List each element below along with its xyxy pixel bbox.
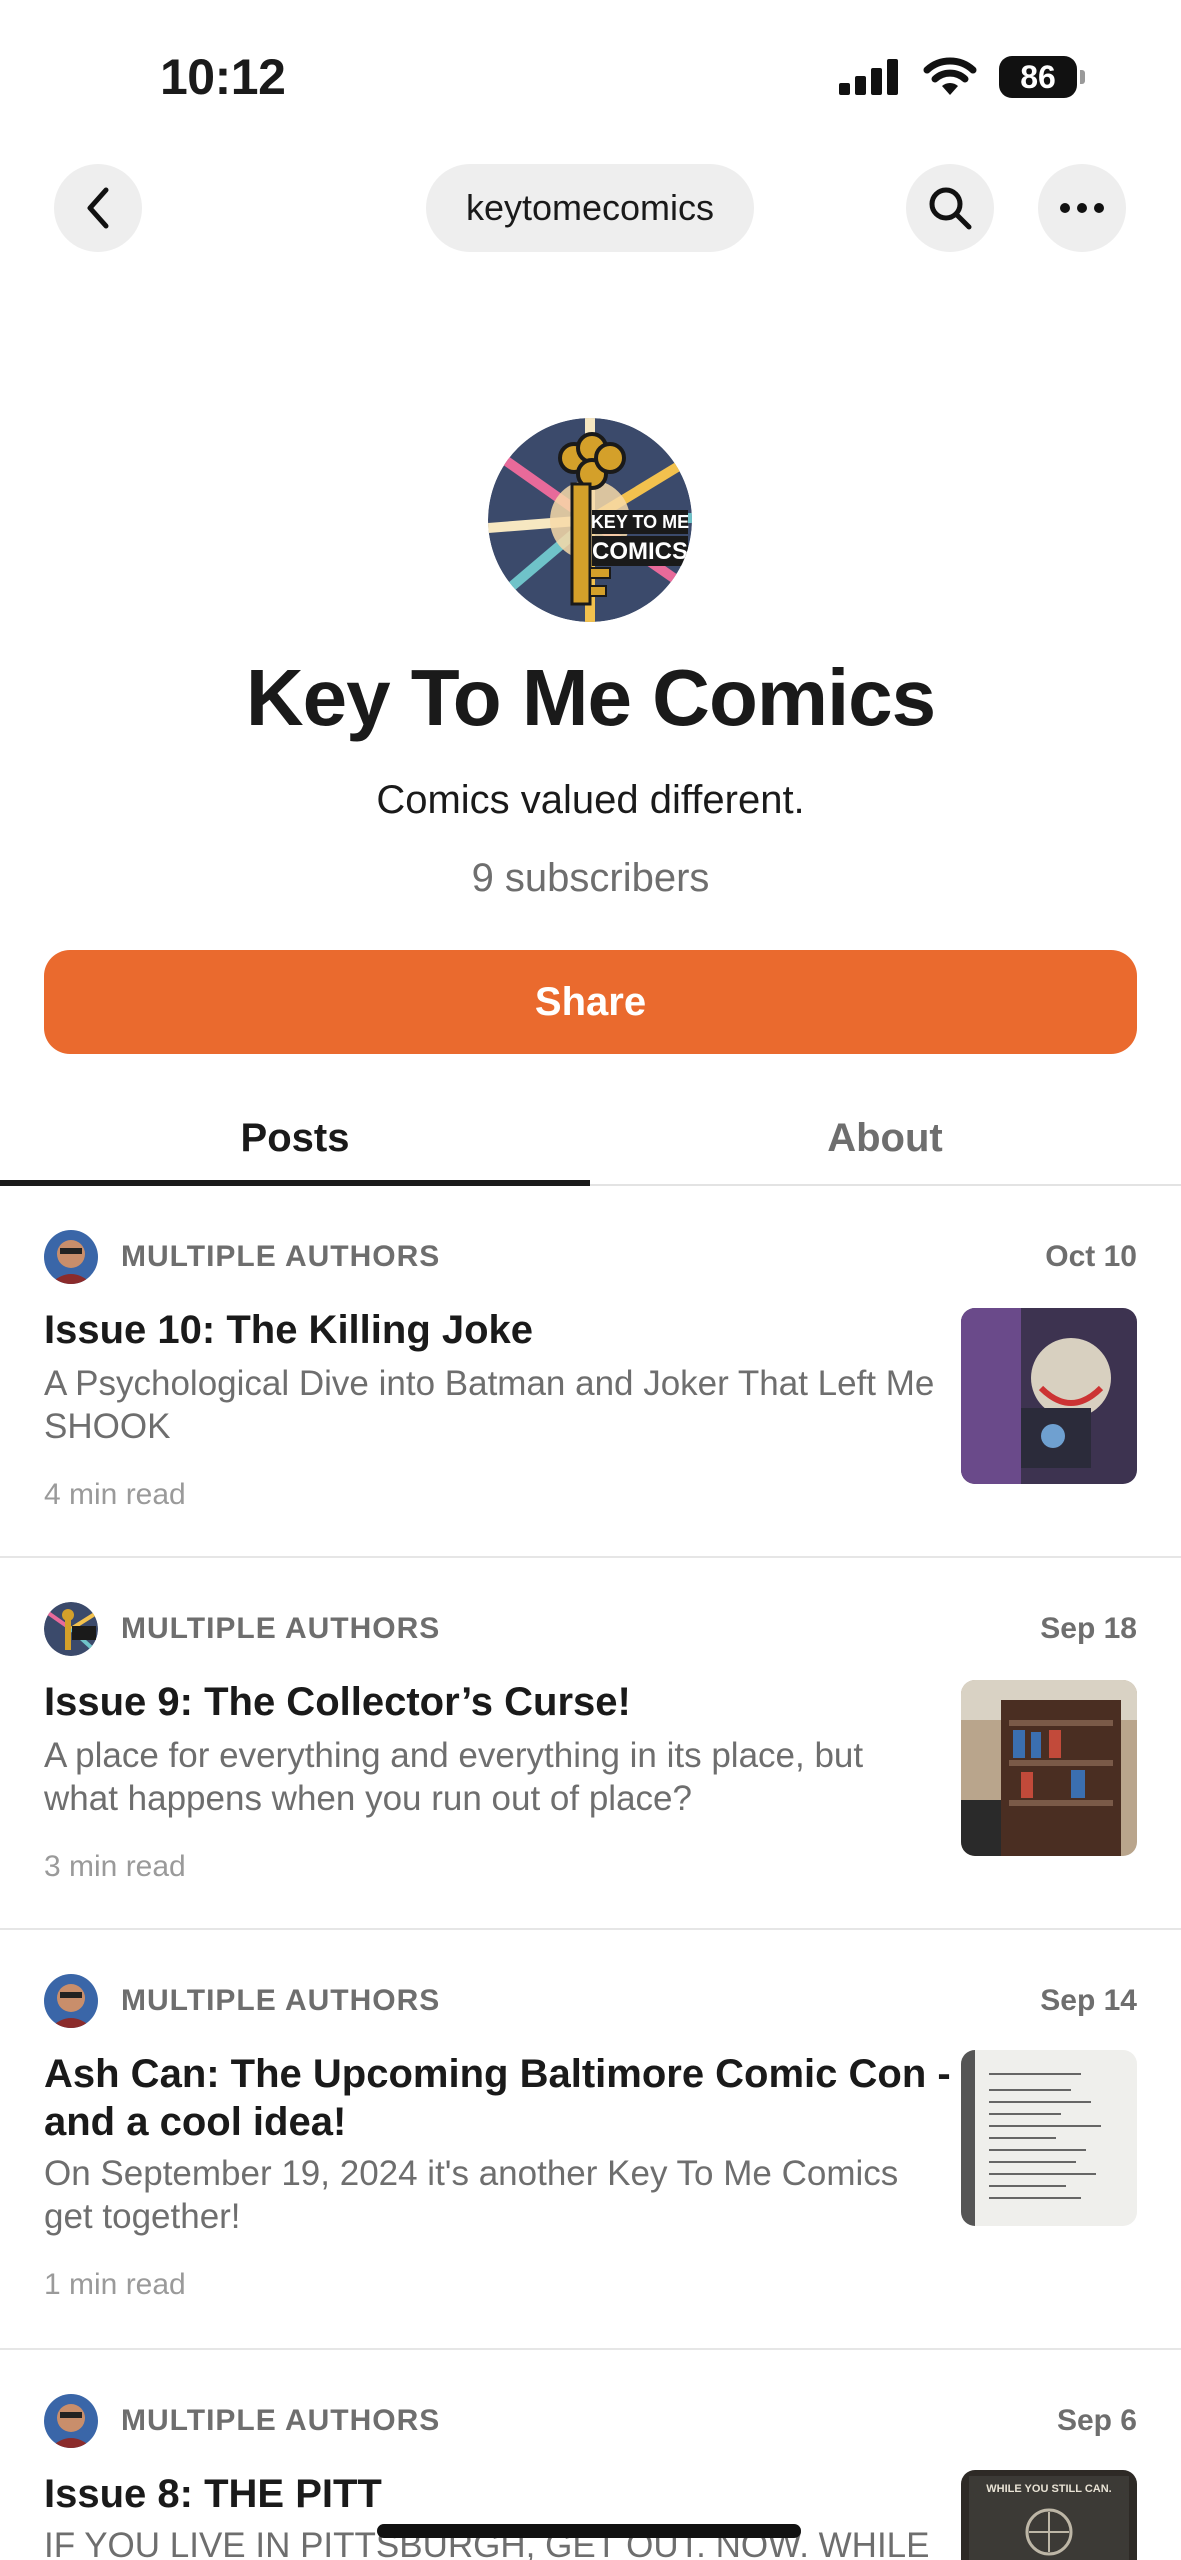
post-subtitle: A Psychological Dive into Batman and Jok… [44, 1364, 935, 1446]
cellular-signal-icon [839, 59, 898, 95]
status-time: 10:12 [160, 49, 286, 105]
post-date: Sep 14 [1040, 1984, 1137, 2017]
author-avatar [44, 2394, 98, 2448]
publication-title: Key To Me Comics [245, 653, 936, 742]
publication-tagline: Comics valued different. [376, 778, 805, 822]
chevron-left-icon [87, 187, 109, 229]
post-item[interactable]: MULTIPLE AUTHORS Sep 14 Ash Can: The Upc… [0, 1932, 1181, 2350]
post-title[interactable]: Issue 8: THE PITT [44, 2470, 944, 2518]
search-icon [929, 187, 972, 230]
home-indicator [377, 2524, 801, 2538]
post-title[interactable]: Issue 9: The Collector’s Curse! [44, 1678, 944, 1726]
post-item[interactable]: MULTIPLE AUTHORS Sep 18 Issue 9: The Col… [0, 1560, 1181, 1930]
post-thumbnail[interactable] [961, 1308, 1137, 1484]
post-thumbnail[interactable]: WHILE YOU STILL CAN. [961, 2470, 1137, 2560]
post-thumbnail[interactable] [961, 1680, 1137, 1856]
status-bar: 10:12 86 [0, 0, 1181, 150]
author-avatar [44, 1230, 98, 1284]
post-author: MULTIPLE AUTHORS [121, 1612, 441, 1645]
post-subtitle: A place for everything and everything in… [44, 1736, 864, 1818]
tab-posts[interactable]: Posts [0, 1090, 590, 1186]
logo-text-line1: KEY TO ME [591, 512, 689, 532]
wifi-icon [923, 57, 977, 95]
post-author: MULTIPLE AUTHORS [121, 1984, 441, 2017]
logo-text-line2: COMICS [592, 538, 688, 565]
publication-logo: KEY TO ME COMICS [488, 418, 692, 622]
publication-handle-pill[interactable]: keytomecomics [426, 164, 754, 252]
back-button[interactable] [54, 164, 142, 252]
post-title[interactable]: Issue 10: The Killing Joke [44, 1306, 944, 1354]
post-title[interactable]: Ash Can: The Upcoming Baltimore Comic Co… [44, 2050, 954, 2146]
post-item[interactable]: MULTIPLE AUTHORS Oct 10 Issue 10: The Ki… [0, 1188, 1181, 1558]
battery-level: 86 [1020, 58, 1056, 95]
post-read-time: 3 min read [44, 1850, 186, 1883]
tab-bar: Posts About [0, 1090, 1181, 1186]
author-avatar [44, 1602, 98, 1656]
post-thumbnail[interactable] [961, 2050, 1137, 2226]
post-date: Sep 18 [1040, 1612, 1137, 1645]
post-author: MULTIPLE AUTHORS [121, 2404, 441, 2437]
post-read-time: 4 min read [44, 1478, 186, 1511]
post-date: Sep 6 [1056, 2404, 1137, 2437]
battery-icon: 86 [999, 56, 1085, 98]
more-options-button[interactable] [1038, 164, 1126, 252]
post-date: Oct 10 [1045, 1240, 1137, 1273]
post-subtitle: On September 19, 2024 it's another Key T… [44, 2154, 899, 2236]
more-horizontal-icon [1060, 203, 1104, 213]
subscriber-count: 9 subscribers [471, 856, 710, 900]
status-icons: 86 [839, 56, 1085, 98]
post-author: MULTIPLE AUTHORS [121, 1240, 441, 1273]
active-tab-indicator [0, 1180, 590, 1186]
tab-about[interactable]: About [590, 1090, 1180, 1186]
post-read-time: 1 min read [44, 2268, 186, 2301]
share-button[interactable]: Share [44, 950, 1137, 1054]
author-avatar [44, 1974, 98, 2028]
thumbnail-caption: WHILE YOU STILL CAN. [986, 2483, 1112, 2495]
search-button[interactable] [906, 164, 994, 252]
